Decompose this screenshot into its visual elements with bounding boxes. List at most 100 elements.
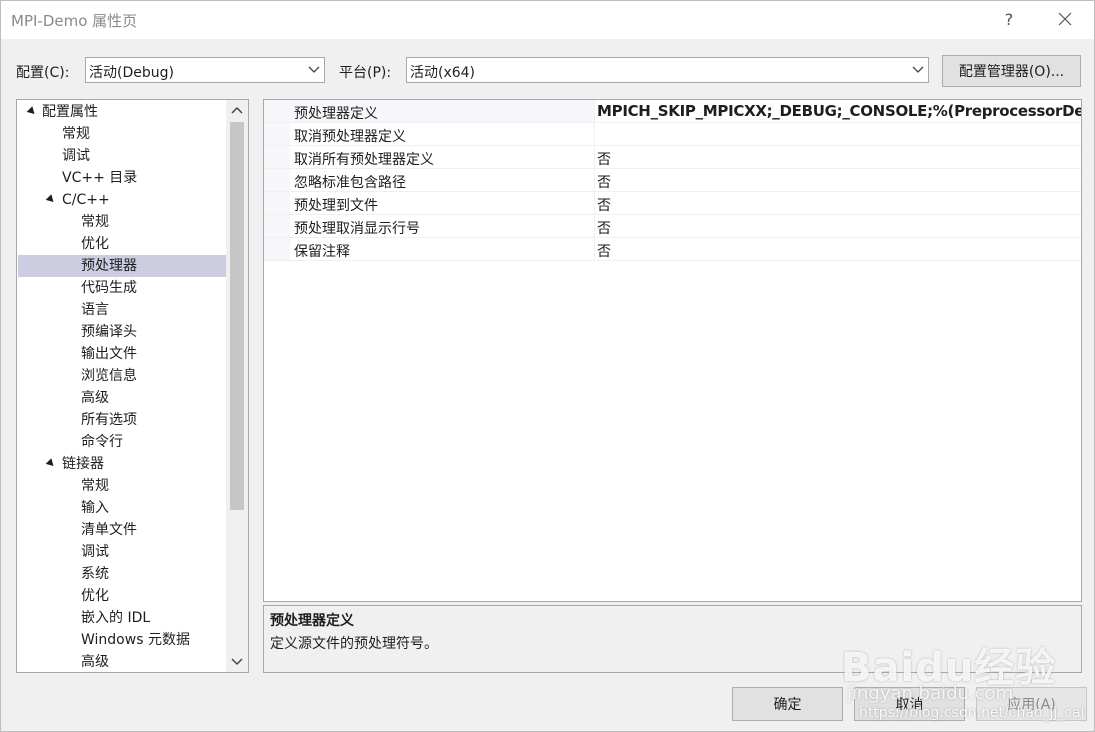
tree-item[interactable]: 高级	[18, 651, 226, 672]
tree-item[interactable]: 系统	[18, 563, 226, 585]
expand-arrow-icon[interactable]	[45, 458, 57, 469]
description-title: 预处理器定义	[270, 613, 354, 629]
expand-arrow-icon[interactable]	[45, 194, 57, 205]
tree-item-label: 预编译头	[81, 324, 137, 340]
row-gutter	[264, 192, 290, 214]
tree-item[interactable]: Windows 元数据	[18, 629, 226, 651]
tree-item-label: 优化	[81, 588, 109, 604]
property-row[interactable]: 预处理到文件 否	[264, 192, 1081, 215]
config-label: 配置(C):	[16, 65, 70, 81]
row-gutter	[264, 146, 290, 168]
tree-item-label: 预处理器	[81, 258, 137, 274]
tree-item-label: 嵌入的 IDL	[81, 610, 151, 626]
tree-item[interactable]: 所有选项	[18, 409, 226, 431]
column-divider	[594, 123, 595, 145]
scroll-down-icon[interactable]	[231, 657, 243, 667]
row-gutter	[264, 215, 290, 237]
property-name: 取消预处理器定义	[294, 129, 406, 145]
help-icon: ?	[1004, 9, 1014, 29]
tree-item-label: 输出文件	[81, 346, 137, 362]
tree-scrollbar[interactable]	[226, 100, 248, 672]
property-value[interactable]: MPICH_SKIP_MPICXX;_DEBUG;_CONSOLE;%(Prep…	[597, 102, 1081, 120]
cancel-button[interactable]: 取消	[854, 687, 965, 721]
title-bar: MPI-Demo 属性页 ?	[1, 1, 1094, 39]
property-row[interactable]: 保留注释 否	[264, 238, 1081, 261]
window-title: MPI-Demo 属性页	[11, 12, 138, 30]
property-name: 预处理到文件	[294, 198, 378, 214]
tree-item[interactable]: 链接器	[18, 453, 226, 475]
tree-item-label: 高级	[81, 390, 109, 406]
tree-item-label: 所有选项	[81, 412, 137, 428]
property-name: 预处理取消显示行号	[294, 221, 420, 237]
tree-item-label: 输入	[81, 500, 109, 516]
tree-item-label: VC++ 目录	[62, 170, 138, 186]
close-icon	[1058, 12, 1072, 26]
tree-item[interactable]: 常规	[18, 475, 226, 497]
tree-item[interactable]: 调试	[18, 541, 226, 563]
tree-item-label: 代码生成	[81, 280, 137, 296]
tree-item[interactable]: 优化	[18, 233, 226, 255]
tree-item[interactable]: C/C++	[18, 189, 226, 211]
close-button[interactable]	[1051, 6, 1079, 32]
property-value[interactable]: 否	[597, 241, 611, 261]
property-row[interactable]: 预处理取消显示行号 否	[264, 215, 1081, 238]
tree-item[interactable]: 优化	[18, 585, 226, 607]
property-row[interactable]: 取消预处理器定义	[264, 123, 1081, 146]
tree-item-label: 链接器	[62, 456, 104, 472]
tree-item[interactable]: 浏览信息	[18, 365, 226, 387]
tree-item-label: 清单文件	[81, 522, 137, 538]
tree-item[interactable]: 配置属性	[18, 101, 226, 123]
tree-item[interactable]: 输出文件	[18, 343, 226, 365]
config-dropdown[interactable]: 活动(Debug)	[85, 57, 325, 83]
tree-item[interactable]: 输入	[18, 497, 226, 519]
property-grid: 预处理器定义 MPICH_SKIP_MPICXX;_DEBUG;_CONSOLE;…	[263, 99, 1082, 602]
apply-button[interactable]: 应用(A)	[976, 687, 1087, 721]
tree-item-label: 浏览信息	[81, 368, 137, 384]
property-name: 取消所有预处理器定义	[294, 152, 434, 168]
scroll-up-icon[interactable]	[231, 105, 243, 115]
tree-item-label: 常规	[81, 214, 109, 230]
tree-item-label: 系统	[81, 566, 109, 582]
column-divider	[594, 238, 595, 260]
column-divider	[594, 215, 595, 237]
property-value[interactable]: 否	[597, 218, 611, 238]
tree-item[interactable]: 嵌入的 IDL	[18, 607, 226, 629]
tree-item-label: 高级	[81, 654, 109, 670]
tree-item-label: C/C++	[62, 192, 110, 208]
tree-item[interactable]: 常规	[18, 211, 226, 233]
tree-item[interactable]: 预编译头	[18, 321, 226, 343]
tree-item[interactable]: 高级	[18, 387, 226, 409]
platform-dropdown[interactable]: 活动(x64)	[406, 57, 929, 83]
tree-item[interactable]: 常规	[18, 123, 226, 145]
property-row[interactable]: 忽略标准包含路径 否	[264, 169, 1081, 192]
tree-item[interactable]: 调试	[18, 145, 226, 167]
expand-arrow-icon[interactable]	[26, 106, 38, 117]
scrollbar-thumb[interactable]	[230, 122, 244, 510]
tree-item[interactable]: 命令行	[18, 431, 226, 453]
description-text: 定义源文件的预处理符号。	[270, 636, 438, 652]
configuration-manager-button[interactable]: 配置管理器(O)...	[942, 55, 1081, 87]
row-gutter	[264, 169, 290, 191]
property-value[interactable]: 否	[597, 195, 611, 215]
property-name: 保留注释	[294, 244, 350, 260]
tree-item[interactable]: 语言	[18, 299, 226, 321]
tree-item[interactable]: 代码生成	[18, 277, 226, 299]
property-row[interactable]: 预处理器定义 MPICH_SKIP_MPICXX;_DEBUG;_CONSOLE;…	[264, 100, 1081, 123]
tree-item[interactable]: VC++ 目录	[18, 167, 226, 189]
config-dropdown-value: 活动(Debug)	[89, 65, 174, 81]
tree-item-label: 语言	[81, 302, 109, 318]
tree-item-label: 常规	[62, 126, 90, 142]
description-pane: 预处理器定义 定义源文件的预处理符号。	[263, 605, 1082, 673]
property-value[interactable]: 否	[597, 172, 611, 192]
property-name: 预处理器定义	[294, 106, 378, 122]
property-value[interactable]: 否	[597, 149, 611, 169]
help-button[interactable]: ?	[995, 6, 1023, 32]
tree-item[interactable]: 预处理器	[18, 255, 226, 277]
platform-dropdown-value: 活动(x64)	[410, 65, 476, 81]
column-divider	[594, 192, 595, 214]
column-divider	[594, 169, 595, 191]
property-row[interactable]: 取消所有预处理器定义 否	[264, 146, 1081, 169]
ok-button[interactable]: 确定	[732, 687, 843, 721]
chevron-down-icon	[308, 66, 320, 73]
tree-item[interactable]: 清单文件	[18, 519, 226, 541]
